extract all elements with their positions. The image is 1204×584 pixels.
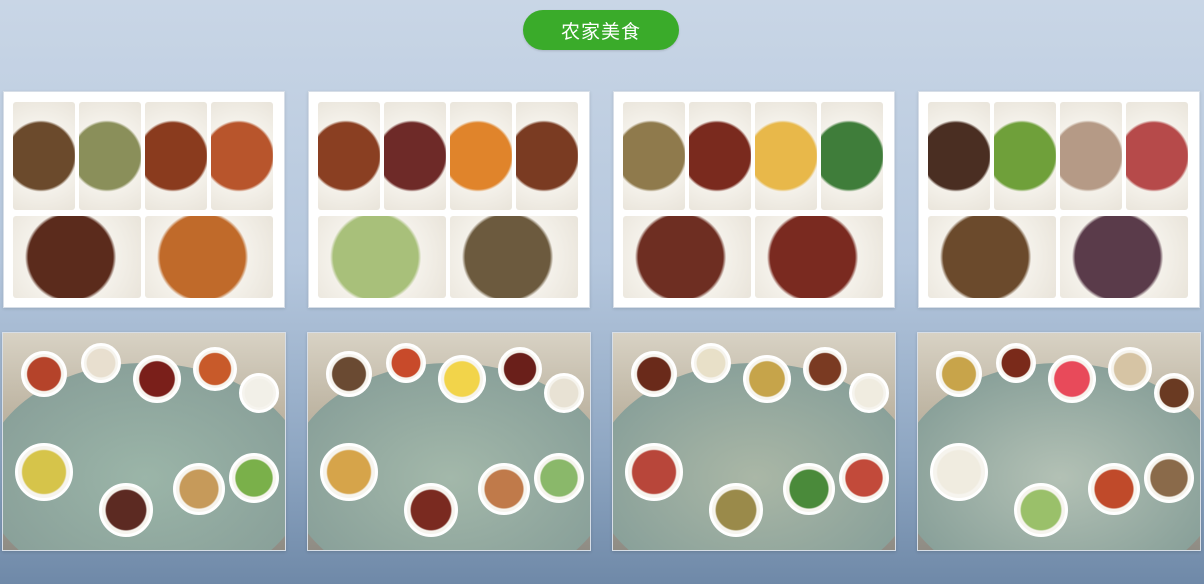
dish-photo — [821, 102, 883, 210]
dish-photo — [318, 216, 446, 298]
dish-photo — [211, 102, 273, 210]
dish-plate — [239, 373, 279, 413]
dish-plate — [803, 347, 847, 391]
dish-photo — [928, 216, 1056, 298]
dish-photo — [1126, 102, 1188, 210]
dish-photo — [1060, 102, 1122, 210]
dish-photo — [13, 102, 75, 210]
dish-plate — [21, 351, 67, 397]
dish-plate — [839, 453, 889, 503]
dish-plate — [936, 351, 982, 397]
dish-plate — [691, 343, 731, 383]
dish-photo — [689, 102, 751, 210]
dish-plate — [631, 351, 677, 397]
dish-plate — [478, 463, 530, 515]
dish-photo — [145, 216, 273, 298]
dish-plate — [326, 351, 372, 397]
dish-plate — [498, 347, 542, 391]
family-dinner-photo[interactable] — [612, 332, 896, 551]
dish-photo — [755, 102, 817, 210]
dish-plate — [625, 443, 683, 501]
dish-photo — [318, 102, 380, 210]
dish-plate — [99, 483, 153, 537]
dish-plate — [320, 443, 378, 501]
dish-photo — [79, 102, 141, 210]
dish-plate — [1108, 347, 1152, 391]
dish-collage-1[interactable] — [3, 91, 285, 308]
dish-plate — [1048, 355, 1096, 403]
dish-photo — [928, 102, 990, 210]
dish-photo — [384, 102, 446, 210]
dish-plate — [709, 483, 763, 537]
dish-collage-3[interactable] — [613, 91, 895, 308]
dish-plate — [743, 355, 791, 403]
dish-plate — [930, 443, 988, 501]
dish-plate — [1154, 373, 1194, 413]
dish-plate — [783, 463, 835, 515]
dish-collage-2[interactable] — [308, 91, 590, 308]
dish-plate — [996, 343, 1036, 383]
dish-plate — [534, 453, 584, 503]
dish-plate — [386, 343, 426, 383]
group-dinner-photo[interactable] — [917, 332, 1201, 551]
dish-plate — [1144, 453, 1194, 503]
dish-photo — [755, 216, 883, 298]
dish-plate — [544, 373, 584, 413]
dish-photo — [994, 102, 1056, 210]
dish-plate — [404, 483, 458, 537]
section-title-badge: 农家美食 — [523, 10, 679, 50]
dish-plate — [1014, 483, 1068, 537]
dish-photo — [623, 216, 751, 298]
dish-photo — [623, 102, 685, 210]
dish-plate — [81, 343, 121, 383]
banquet-table-1-photo[interactable] — [2, 332, 286, 551]
dish-plate — [173, 463, 225, 515]
dish-plate — [193, 347, 237, 391]
dish-plate — [1088, 463, 1140, 515]
banquet-table-2-photo[interactable] — [307, 332, 591, 551]
dish-plate — [15, 443, 73, 501]
dish-photo — [516, 102, 578, 210]
dish-photo — [1060, 216, 1188, 298]
dish-photo — [450, 102, 512, 210]
dish-plate — [438, 355, 486, 403]
dish-plate — [849, 373, 889, 413]
dish-photo — [145, 102, 207, 210]
dish-collage-4[interactable] — [918, 91, 1200, 308]
dish-photo — [13, 216, 141, 298]
dish-photo — [450, 216, 578, 298]
dish-plate — [133, 355, 181, 403]
section-title: 农家美食 — [560, 20, 641, 43]
dish-plate — [229, 453, 279, 503]
